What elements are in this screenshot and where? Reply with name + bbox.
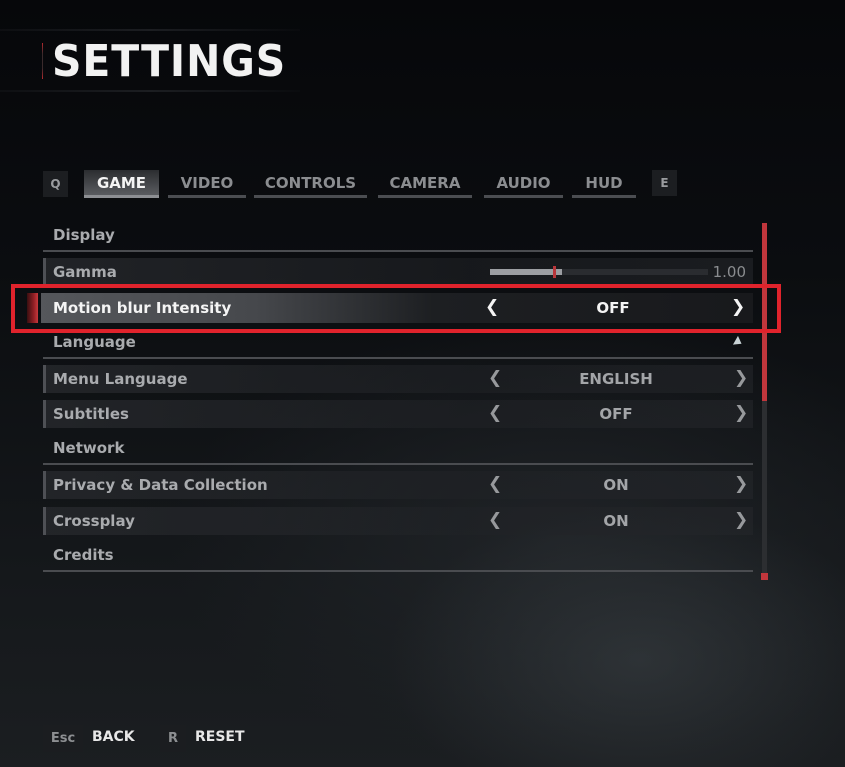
chevron-left-icon[interactable]: ❮ [488,510,502,530]
setting-label: Privacy & Data Collection [53,476,268,494]
setting-value: ON [603,512,629,530]
title-accent-mark [42,43,43,79]
reset-button[interactable]: RESET [195,729,245,745]
title-rule-top [0,29,300,31]
page-title: SETTINGS [52,36,287,87]
scrollbar[interactable] [761,223,768,580]
chevron-right-icon[interactable]: ❯ [734,474,748,494]
section-title: Credits [53,546,114,564]
highlight-annotation-box [11,284,781,333]
chevron-left-icon[interactable]: ❮ [488,403,502,423]
scrollbar-end-cap [761,573,768,580]
setting-label: Gamma [53,263,117,281]
back-button[interactable]: BACK [92,729,135,745]
next-tab-key-hint[interactable]: E [652,170,677,196]
reset-key-hint[interactable]: R [160,725,186,752]
section-title: Display [53,226,115,244]
tab-controls[interactable]: CONTROLS [254,170,367,198]
setting-row-gamma[interactable]: Gamma 1.00 [43,258,753,286]
setting-value: OFF [599,405,633,423]
chevron-right-icon[interactable]: ❯ [734,510,748,530]
section-header-network: Network [43,435,753,465]
tab-camera[interactable]: CAMERA [378,170,472,198]
chevron-left-icon[interactable]: ❮ [488,368,502,388]
title-rule-bottom [0,90,300,92]
section-header-language: Language [43,329,753,359]
setting-row-privacy[interactable]: Privacy & Data Collection ❮ ON ❯ [43,471,753,499]
gamma-value: 1.00 [712,263,746,281]
chevron-right-icon[interactable]: ❯ [734,368,748,388]
gamma-slider-fill [490,269,562,275]
gamma-slider-handle[interactable] [553,266,557,278]
section-title: Language [53,333,136,351]
setting-row-subtitles[interactable]: Subtitles ❮ OFF ❯ [43,400,753,428]
section-header-credits[interactable]: Credits [43,542,753,572]
setting-label: Menu Language [53,370,188,388]
section-header-display: Display [43,222,753,252]
tab-hud[interactable]: HUD [572,170,636,198]
prev-tab-key-hint[interactable]: Q [43,171,68,197]
chevron-left-icon[interactable]: ❮ [488,474,502,494]
setting-label: Crossplay [53,512,135,530]
tab-game[interactable]: GAME [84,170,159,198]
back-key-hint[interactable]: Esc [43,725,83,752]
chevron-right-icon[interactable]: ❯ [734,403,748,423]
setting-value: ON [603,476,629,494]
setting-label: Subtitles [53,405,129,423]
setting-value: ENGLISH [579,370,653,388]
gamma-slider[interactable] [490,266,708,278]
tab-video[interactable]: VIDEO [168,170,246,198]
tab-audio[interactable]: AUDIO [484,170,563,198]
setting-row-crossplay[interactable]: Crossplay ❮ ON ❯ [43,507,753,535]
setting-row-menu-language[interactable]: Menu Language ❮ ENGLISH ❯ [43,365,753,393]
section-title: Network [53,439,125,457]
